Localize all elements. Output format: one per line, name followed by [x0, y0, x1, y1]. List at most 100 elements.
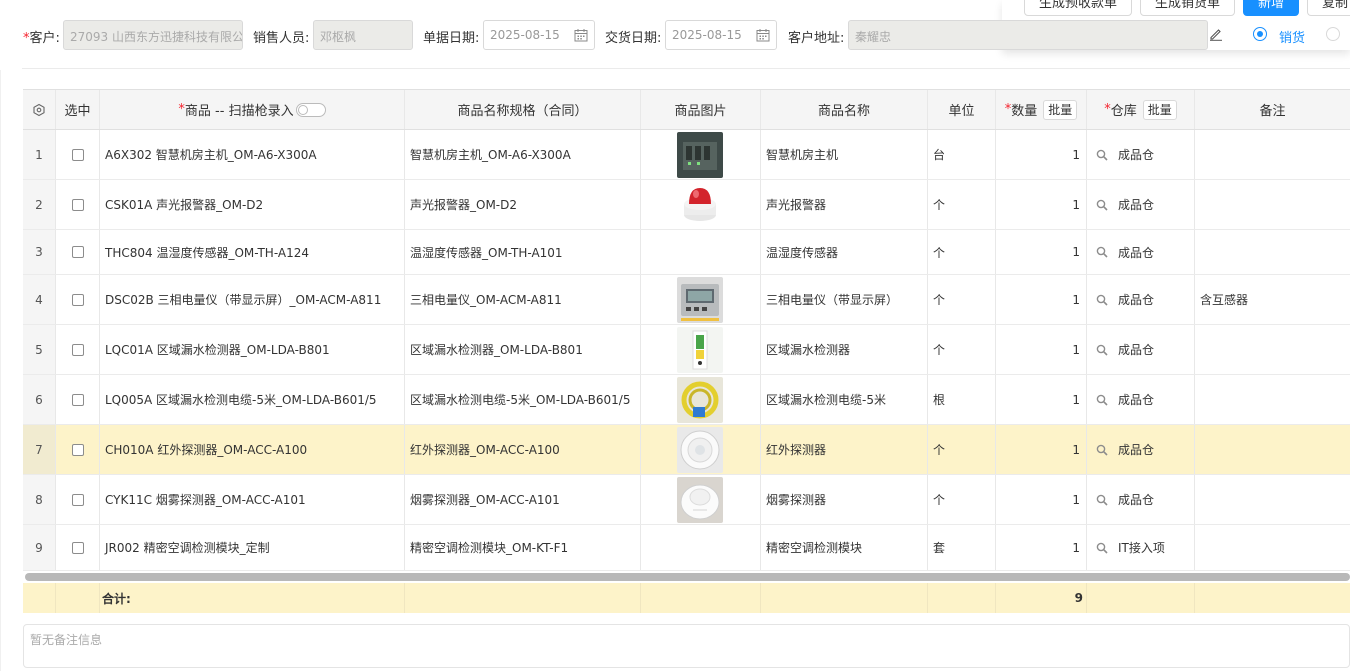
table-row[interactable]: 1 A6X302 智慧机房主机_OM-A6-X300A 智慧机房主机_OM-A6-X…	[23, 130, 1350, 180]
product-cell[interactable]: CYK11C 烟雾探测器_OM-ACC-A101	[100, 475, 405, 524]
remark-textarea[interactable]: 暂无备注信息	[23, 624, 1350, 668]
select-cell[interactable]	[56, 230, 100, 274]
qty-batch-button[interactable]: 批量	[1043, 99, 1078, 120]
search-icon[interactable]	[1096, 149, 1108, 161]
spec-cell[interactable]: 烟雾探测器_OM-ACC-A101	[405, 475, 641, 524]
warehouse-cell[interactable]: 成品仓	[1087, 230, 1195, 274]
scanner-toggle[interactable]	[295, 102, 326, 117]
salesperson-field[interactable]: 邓枢枫	[313, 20, 413, 50]
product-thumbnail[interactable]	[677, 426, 723, 473]
delivery-date-field[interactable]: 2025-08-15	[665, 20, 777, 50]
select-cell[interactable]	[56, 525, 100, 570]
column-settings-icon[interactable]	[32, 103, 46, 117]
search-icon[interactable]	[1096, 394, 1108, 406]
product-cell[interactable]: DSC02B 三相电量仪（带显示屏）_OM-ACM-A811	[100, 275, 405, 324]
spec-cell[interactable]: 红外探测器_OM-ACC-A100	[405, 425, 641, 474]
remark-cell[interactable]	[1195, 180, 1350, 229]
spec-cell[interactable]: 智慧机房主机_OM-A6-X300A	[405, 130, 641, 179]
other-radio[interactable]	[1326, 27, 1340, 41]
warehouse-cell[interactable]: 成品仓	[1087, 275, 1195, 324]
remark-cell[interactable]	[1195, 230, 1350, 274]
unit-cell[interactable]: 个	[928, 230, 996, 274]
row-checkbox[interactable]	[71, 198, 84, 211]
spec-cell[interactable]: 声光报警器_OM-D2	[405, 180, 641, 229]
warehouse-cell[interactable]: 成品仓	[1087, 180, 1195, 229]
address-field[interactable]: 秦耀忠	[848, 20, 1208, 50]
row-checkbox[interactable]	[71, 393, 84, 406]
qty-cell[interactable]: 1	[996, 525, 1087, 570]
product-cell[interactable]: JR002 精密空调检测模块_定制	[100, 525, 405, 570]
spec-cell[interactable]: 区域漏水检测器_OM-LDA-B801	[405, 325, 641, 374]
row-checkbox[interactable]	[71, 493, 84, 506]
remark-cell[interactable]	[1195, 525, 1350, 570]
table-row[interactable]: 2 CSK01A 声光报警器_OM-D2 声光报警器_OM-D2 声光报警器个 1 成品仓	[23, 180, 1350, 230]
unit-cell[interactable]: 个	[928, 325, 996, 374]
warehouse-cell[interactable]: IT接入项	[1087, 525, 1195, 570]
table-row[interactable]: 4 DSC02B 三相电量仪（带显示屏）_OM-ACM-A811 三相电量仪_OM-…	[23, 275, 1350, 325]
product-cell[interactable]: LQ005A 区域漏水检测电缆-5米_OM-LDA-B601/5	[100, 375, 405, 424]
unit-cell[interactable]: 根	[928, 375, 996, 424]
row-checkbox[interactable]	[71, 148, 84, 161]
product-thumbnail[interactable]	[677, 181, 723, 228]
spec-cell[interactable]: 温湿度传感器_OM-TH-A101	[405, 230, 641, 274]
generate-receipt-button[interactable]: 生成预收款单	[1023, 0, 1132, 16]
product-thumbnail[interactable]	[677, 131, 723, 178]
search-icon[interactable]	[1096, 199, 1108, 211]
qty-cell[interactable]: 1	[996, 275, 1087, 324]
remark-cell[interactable]	[1195, 130, 1350, 179]
horizontal-scrollbar[interactable]	[25, 573, 1350, 581]
search-icon[interactable]	[1096, 542, 1108, 554]
row-checkbox[interactable]	[71, 293, 84, 306]
copy-button[interactable]: 复制	[1306, 0, 1350, 16]
row-checkbox[interactable]	[71, 246, 84, 258]
search-icon[interactable]	[1096, 344, 1108, 356]
calendar-icon[interactable]	[574, 28, 588, 42]
qty-cell[interactable]: 1	[996, 180, 1087, 229]
search-icon[interactable]	[1096, 444, 1108, 456]
table-row[interactable]: 8 CYK11C 烟雾探测器_OM-ACC-A101 烟雾探测器_OM-ACC-A1…	[23, 475, 1350, 525]
warehouse-batch-button[interactable]: 批量	[1142, 99, 1177, 120]
product-cell[interactable]: CH010A 红外探测器_OM-ACC-A100	[100, 425, 405, 474]
spec-cell[interactable]: 区域漏水检测电缆-5米_OM-LDA-B601/5	[405, 375, 641, 424]
table-row[interactable]: 9 JR002 精密空调检测模块_定制 精密空调检测模块_OM-KT-F1 精密空调检…	[23, 525, 1350, 571]
product-cell[interactable]: LQC01A 区域漏水检测器_OM-LDA-B801	[100, 325, 405, 374]
unit-cell[interactable]: 个	[928, 180, 996, 229]
remark-cell[interactable]	[1195, 475, 1350, 524]
table-row[interactable]: 3 THC804 温湿度传感器_OM-TH-A124 温湿度传感器_OM-TH-A1…	[23, 230, 1350, 275]
warehouse-cell[interactable]: 成品仓	[1087, 375, 1195, 424]
row-checkbox[interactable]	[71, 541, 84, 554]
table-row[interactable]: 5 LQC01A 区域漏水检测器_OM-LDA-B801 区域漏水检测器_OM-LD…	[23, 325, 1350, 375]
search-icon[interactable]	[1096, 494, 1108, 506]
qty-cell[interactable]: 1	[996, 475, 1087, 524]
select-cell[interactable]	[56, 475, 100, 524]
table-row[interactable]: 7 CH010A 红外探测器_OM-ACC-A100 红外探测器_OM-ACC-A1…	[23, 425, 1350, 475]
spec-cell[interactable]: 精密空调检测模块_OM-KT-F1	[405, 525, 641, 570]
product-thumbnail[interactable]	[677, 326, 723, 373]
warehouse-cell[interactable]: 成品仓	[1087, 325, 1195, 374]
remark-cell[interactable]	[1195, 425, 1350, 474]
warehouse-cell[interactable]: 成品仓	[1087, 475, 1195, 524]
sales-radio[interactable]	[1253, 27, 1267, 41]
unit-cell[interactable]: 台	[928, 130, 996, 179]
warehouse-cell[interactable]: 成品仓	[1087, 130, 1195, 179]
row-checkbox[interactable]	[71, 343, 84, 356]
qty-cell[interactable]: 1	[996, 130, 1087, 179]
qty-cell[interactable]: 1	[996, 230, 1087, 274]
select-cell[interactable]	[56, 275, 100, 324]
warehouse-cell[interactable]: 成品仓	[1087, 425, 1195, 474]
search-icon[interactable]	[1096, 294, 1108, 306]
product-cell[interactable]: CSK01A 声光报警器_OM-D2	[100, 180, 405, 229]
new-button[interactable]: 新增	[1242, 0, 1299, 16]
unit-cell[interactable]: 个	[928, 275, 996, 324]
product-thumbnail[interactable]	[677, 276, 723, 323]
product-thumbnail[interactable]	[677, 476, 723, 523]
edit-icon[interactable]	[1209, 27, 1223, 41]
select-cell[interactable]	[56, 180, 100, 229]
spec-cell[interactable]: 三相电量仪_OM-ACM-A811	[405, 275, 641, 324]
product-cell[interactable]: A6X302 智慧机房主机_OM-A6-X300A	[100, 130, 405, 179]
search-icon[interactable]	[1096, 246, 1108, 258]
qty-cell[interactable]: 1	[996, 375, 1087, 424]
qty-cell[interactable]: 1	[996, 425, 1087, 474]
product-cell[interactable]: THC804 温湿度传感器_OM-TH-A124	[100, 230, 405, 274]
remark-cell[interactable]	[1195, 325, 1350, 374]
